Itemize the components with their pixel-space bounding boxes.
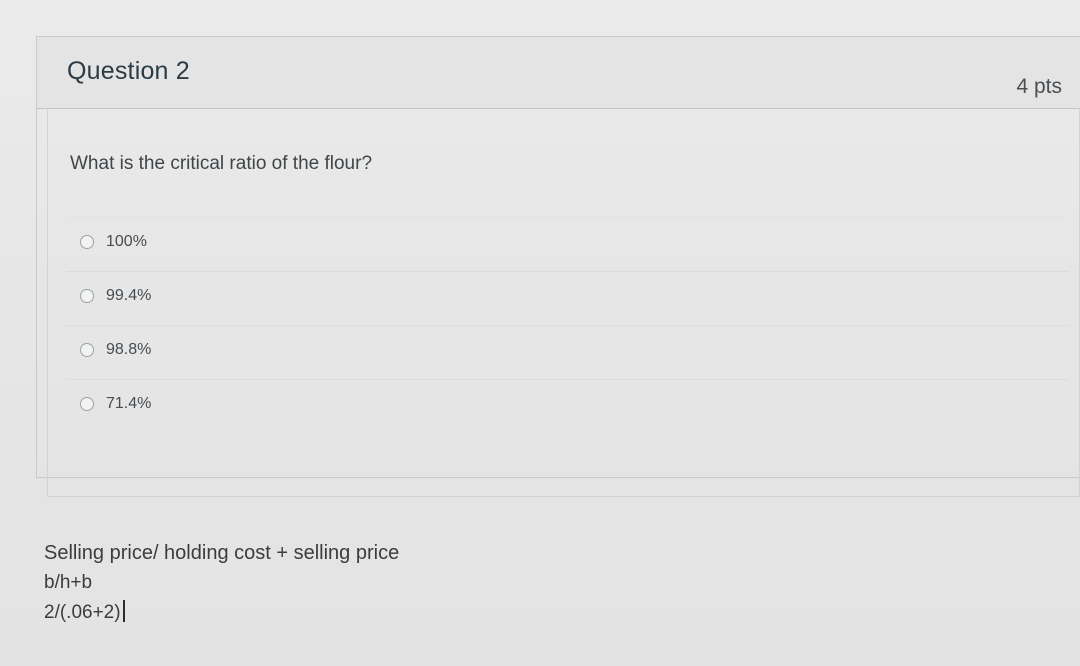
radio-button-icon[interactable] <box>80 289 94 303</box>
answer-label[interactable]: 98.8% <box>106 341 151 359</box>
answer-list: 100% 99.4% 98.8% 71.4% <box>66 217 1069 433</box>
radio-button-icon[interactable] <box>80 343 94 357</box>
question-points: 4 pts <box>1016 75 1062 98</box>
question-text: What is the critical ratio of the flour? <box>70 153 373 174</box>
answer-option-3[interactable]: 98.8% <box>66 325 1069 379</box>
note-line-1: Selling price/ holding cost + selling pr… <box>44 542 400 564</box>
notes-text-area[interactable]: Selling price/ holding cost + selling pr… <box>44 538 399 628</box>
answer-option-1[interactable]: 100% <box>66 217 1069 271</box>
text-cursor <box>122 600 125 622</box>
answer-option-4[interactable]: 71.4% <box>66 379 1069 433</box>
answer-option-2[interactable]: 99.4% <box>66 271 1069 325</box>
answer-label[interactable]: 71.4% <box>106 395 151 413</box>
question-card: Question 2 4 pts What is the critical ra… <box>36 36 1080 497</box>
question-header: Question 2 4 pts <box>37 37 1080 109</box>
answer-label[interactable]: 99.4% <box>106 287 151 305</box>
answer-label[interactable]: 100% <box>106 233 147 251</box>
note-line-3: 2/(.06+2) <box>44 602 121 623</box>
radio-button-icon[interactable] <box>80 235 94 249</box>
question-title: Question 2 <box>67 57 190 85</box>
note-line-3-wrapper: 2/(.06+2) <box>44 598 399 628</box>
question-body: What is the critical ratio of the flour?… <box>47 109 1080 497</box>
radio-button-icon[interactable] <box>80 397 94 411</box>
note-line-2: b/h+b <box>44 572 93 593</box>
